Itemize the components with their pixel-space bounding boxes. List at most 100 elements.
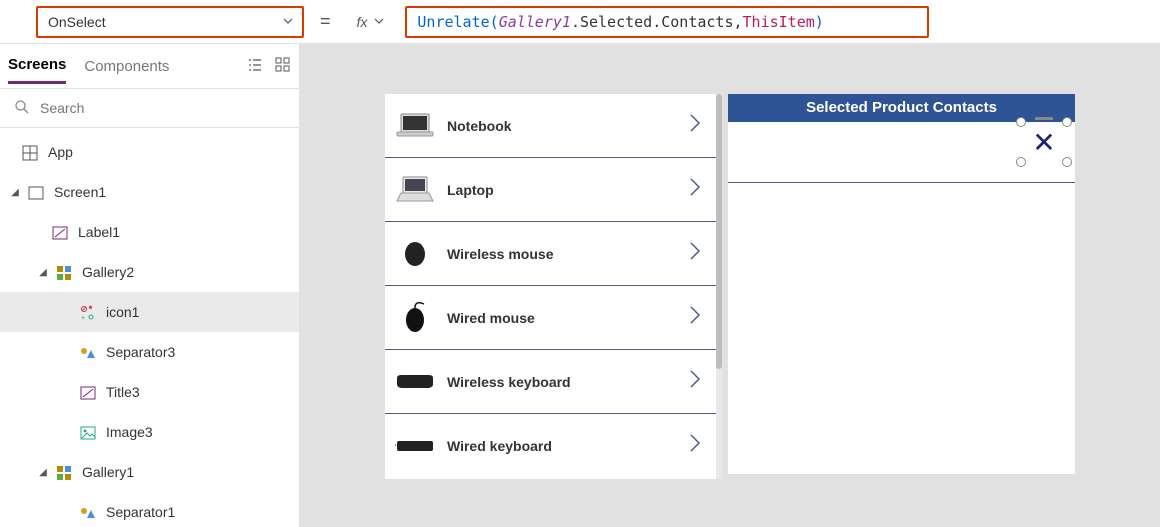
product-name: Wireless keyboard — [447, 374, 688, 390]
tree-node-app[interactable]: App — [0, 132, 299, 172]
separator-icon — [78, 343, 98, 360]
scrollbar-thumb[interactable] — [716, 94, 722, 369]
grid-view-icon[interactable] — [275, 57, 291, 76]
chevron-right-icon[interactable] — [688, 112, 708, 140]
selection-link — [1035, 117, 1053, 120]
gallery-icon — [54, 463, 74, 480]
product-thumb — [393, 424, 437, 468]
tree-node-label1[interactable]: Label1 — [0, 212, 299, 252]
formula-token-this: ThisItem — [743, 13, 815, 31]
close-icon[interactable]: ✕ — [1032, 126, 1055, 159]
tree-view: App ◢ Screen1 Label1 ◢ Gallery2 + icon1 — [0, 128, 299, 527]
product-name: Notebook — [447, 118, 688, 134]
tree-node-label: Separator3 — [106, 344, 175, 360]
list-item[interactable]: Wired keyboard — [385, 414, 716, 478]
tree-node-label: icon1 — [106, 304, 139, 320]
tree-node-title3[interactable]: Title3 — [0, 372, 299, 412]
tree-node-label: Separator1 — [106, 504, 175, 520]
product-name: Laptop — [447, 182, 688, 198]
caret-down-icon[interactable]: ◢ — [8, 187, 22, 198]
chevron-right-icon[interactable] — [688, 176, 708, 204]
selected-icon[interactable]: ✕ — [1021, 122, 1067, 162]
tree-node-gallery2[interactable]: ◢ Gallery2 — [0, 252, 299, 292]
caret-down-icon[interactable]: ◢ — [36, 267, 50, 278]
tree-panel: Screens Components App ◢ Screen1 — [0, 44, 300, 527]
row-separator — [728, 182, 1075, 183]
selection-handle[interactable] — [1016, 157, 1026, 167]
tree-node-label: Image3 — [106, 424, 153, 440]
list-item[interactable]: Notebook — [385, 94, 716, 158]
product-name: Wireless mouse — [447, 246, 688, 262]
property-dropdown-value: OnSelect — [48, 14, 106, 30]
tab-screens[interactable]: Screens — [8, 48, 66, 84]
tree-node-separator1[interactable]: Separator1 — [0, 492, 299, 527]
list-item[interactable]: Wired mouse — [385, 286, 716, 350]
formula-input[interactable]: Unrelate ( Gallery1 .Selected.Contacts ,… — [405, 6, 929, 38]
product-name: Wired mouse — [447, 310, 688, 326]
tab-label: Components — [84, 58, 169, 75]
contacts-panel: Selected Product Contacts ✕ — [728, 94, 1075, 479]
product-thumb — [393, 168, 437, 212]
search-input[interactable] — [40, 100, 285, 116]
list-item[interactable]: Laptop — [385, 158, 716, 222]
tree-node-screen1[interactable]: ◢ Screen1 — [0, 172, 299, 212]
tree-node-separator3[interactable]: Separator3 — [0, 332, 299, 372]
image-icon — [78, 423, 98, 440]
tree-node-label: Gallery1 — [82, 464, 134, 480]
contacts-body[interactable] — [728, 122, 1075, 474]
app-icon — [20, 143, 40, 160]
selection-handle[interactable] — [1016, 117, 1026, 127]
chevron-right-icon[interactable] — [688, 304, 708, 332]
product-thumb — [393, 360, 437, 404]
scrollbar-track[interactable] — [716, 94, 722, 479]
product-thumb — [393, 232, 437, 276]
chevron-right-icon[interactable] — [688, 432, 708, 460]
gallery-icon — [54, 263, 74, 280]
formula-token-path: .Selected.Contacts — [571, 13, 734, 31]
list-item[interactable]: Wireless keyboard — [385, 350, 716, 414]
formula-token-close: ) — [815, 13, 824, 31]
product-gallery[interactable]: Notebook Laptop Wireless mouse Wired mou… — [385, 94, 716, 479]
formula-toolbar: OnSelect = fx Unrelate ( Gallery1 .Selec… — [0, 0, 1160, 44]
chevron-right-icon[interactable] — [688, 368, 708, 396]
canvas-stage: Notebook Laptop Wireless mouse Wired mou… — [385, 94, 1075, 479]
search-row — [0, 88, 299, 128]
selection-handle[interactable] — [1062, 157, 1072, 167]
list-item[interactable]: Wireless mouse — [385, 222, 716, 286]
tree-node-label: Screen1 — [54, 184, 106, 200]
tree-node-label: Gallery2 — [82, 264, 134, 280]
product-name: Wired keyboard — [447, 438, 688, 454]
tree-node-label: Label1 — [78, 224, 120, 240]
formula-token-func: Unrelate — [417, 13, 489, 31]
caret-down-icon[interactable]: ◢ — [36, 467, 50, 478]
selection-handle[interactable] — [1062, 117, 1072, 127]
label-icon — [50, 223, 70, 240]
formula-token-open: ( — [490, 13, 499, 31]
tree-node-gallery1[interactable]: ◢ Gallery1 — [0, 452, 299, 492]
equals-label: = — [314, 11, 337, 32]
formula-token-ident: Gallery1 — [499, 13, 571, 31]
product-thumb — [393, 104, 437, 148]
search-icon — [14, 99, 30, 118]
list-view-icon[interactable] — [247, 57, 263, 76]
tab-label: Screens — [8, 56, 66, 73]
screen-icon — [26, 183, 46, 200]
chevron-down-icon — [282, 14, 294, 30]
chevron-right-icon[interactable] — [688, 240, 708, 268]
fx-label: fx — [357, 14, 368, 30]
panel-tabs: Screens Components — [0, 44, 299, 88]
formula-token-comma: , — [734, 13, 743, 31]
chevron-down-icon — [373, 14, 385, 30]
product-thumb — [393, 296, 437, 340]
tree-node-label: Title3 — [106, 384, 140, 400]
canvas-area[interactable]: Notebook Laptop Wireless mouse Wired mou… — [300, 44, 1160, 527]
svg-text:+: + — [81, 315, 85, 321]
fx-button[interactable]: fx — [347, 14, 396, 30]
tree-node-label: App — [48, 144, 73, 160]
property-dropdown[interactable]: OnSelect — [36, 6, 304, 38]
icons-icon: + — [78, 303, 98, 320]
separator-icon — [78, 503, 98, 520]
tab-components[interactable]: Components — [84, 50, 169, 83]
tree-node-icon1[interactable]: + icon1 — [0, 292, 299, 332]
tree-node-image3[interactable]: Image3 — [0, 412, 299, 452]
